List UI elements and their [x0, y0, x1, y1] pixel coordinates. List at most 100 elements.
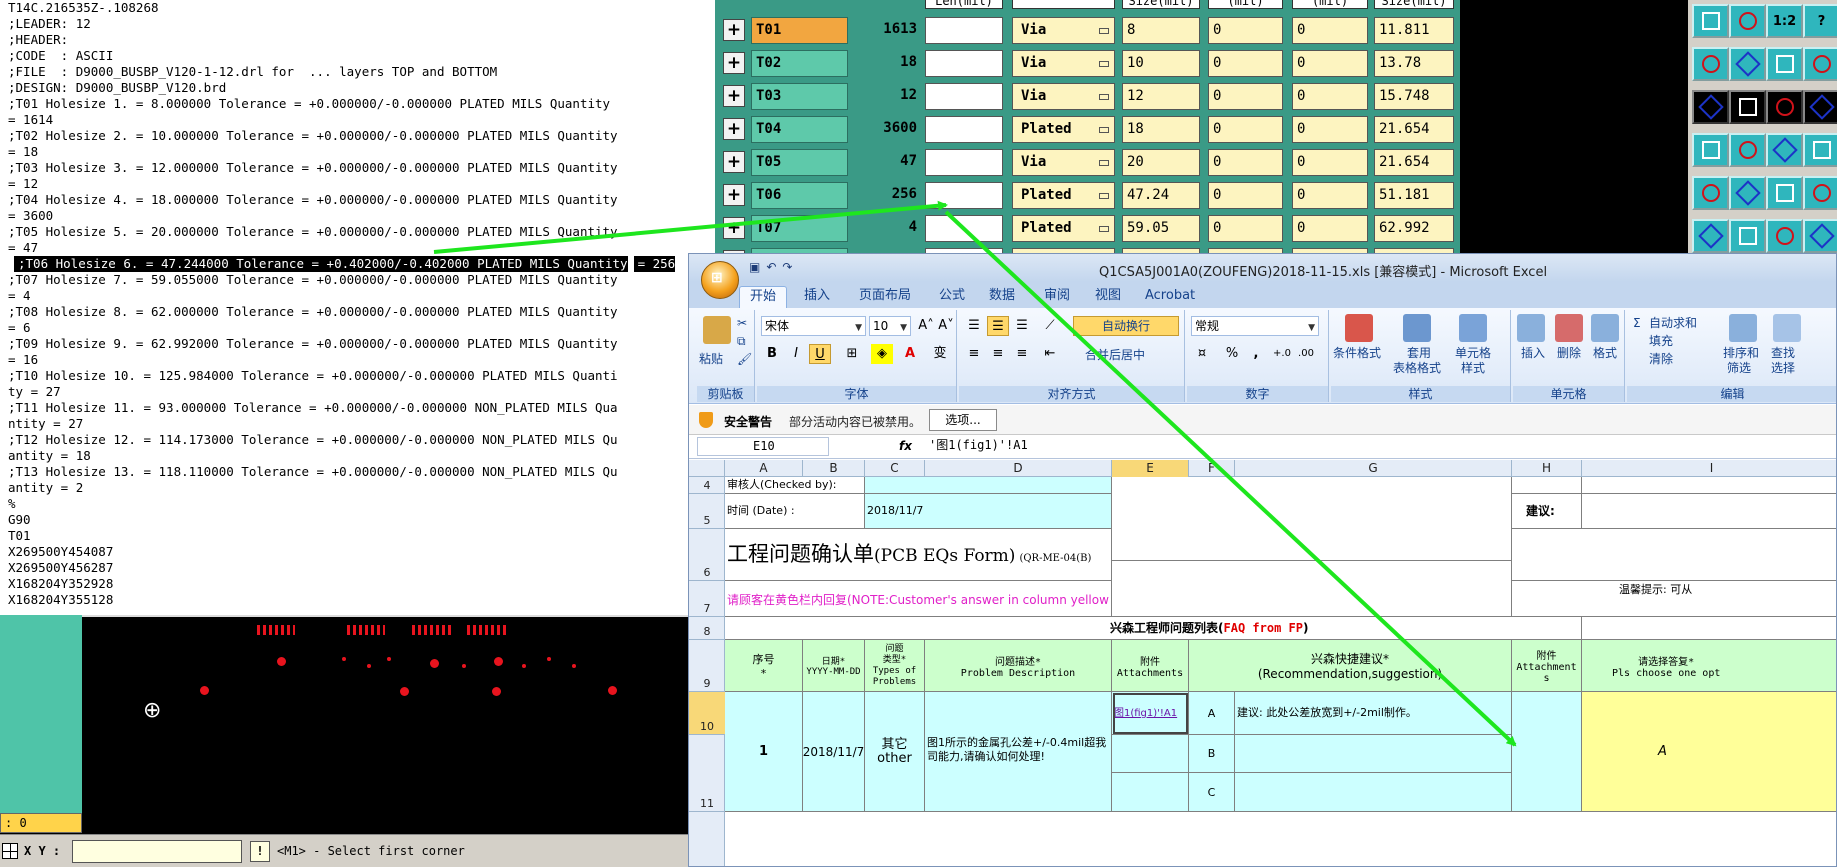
name-box[interactable]: E10 [697, 437, 829, 456]
row-header[interactable]: 4 [689, 477, 725, 494]
clear-button[interactable]: 清除 [1649, 352, 1673, 366]
cell-suggest-label[interactable]: 建议: [1512, 494, 1582, 529]
tool-tol-plus-input[interactable]: 0 [1208, 182, 1283, 209]
tool-row[interactable]: + T04 3600 Plated 18 0 0 21.654 [715, 113, 1460, 146]
column-header[interactable]: E [1112, 460, 1189, 477]
header-attachments[interactable]: 附件 Attachments [1112, 640, 1189, 692]
find-select-button-1[interactable]: 查找 [1771, 346, 1795, 360]
tool-name[interactable]: T03 [751, 83, 848, 110]
tool-name[interactable]: T07 [751, 215, 848, 242]
align-bottom-icon[interactable]: ☰ [1011, 316, 1033, 336]
column-header[interactable]: F [1189, 460, 1235, 477]
measure-icon[interactable] [1766, 219, 1803, 253]
pad-icon[interactable] [1692, 90, 1729, 124]
tool-type-select[interactable]: Plated [1012, 215, 1115, 242]
snap-icon[interactable] [1692, 219, 1729, 253]
row-header[interactable]: 7 [689, 581, 725, 617]
grid-icon[interactable] [1729, 47, 1766, 81]
cell-checked-by-value[interactable] [865, 477, 1112, 494]
cell-option-c[interactable]: C [1189, 773, 1235, 812]
tool-size-input[interactable]: 20 [1122, 149, 1200, 176]
tool-row[interactable]: + T07 4 Plated 59.05 0 0 62.992 [715, 212, 1460, 245]
autosum-button[interactable]: 自动求和 [1649, 316, 1697, 330]
tab-4[interactable]: 数据 [979, 286, 1025, 308]
indent-icon[interactable]: ⇤ [1039, 344, 1061, 364]
tool-tol-minus-input[interactable]: 0 [1292, 50, 1368, 77]
grow-font-button[interactable]: A˄ [915, 316, 937, 336]
select-all-corner[interactable] [689, 460, 725, 477]
bold-button[interactable]: B [761, 344, 783, 364]
expand-row-icon[interactable]: + [723, 184, 745, 206]
find-icon[interactable] [1773, 314, 1801, 342]
tool-type-select[interactable]: Via [1012, 17, 1115, 44]
expand-row-icon[interactable]: + [723, 19, 745, 41]
table-format-icon[interactable] [1403, 314, 1431, 342]
tool-finish-size-input[interactable]: 62.992 [1374, 215, 1454, 242]
expand-row-icon[interactable]: + [723, 85, 745, 107]
row-header[interactable]: 8 [689, 617, 725, 640]
delete-cells-icon[interactable] [1555, 314, 1583, 342]
cell-list-title[interactable]: 兴森工程师问题列表(FAQ from FP) [725, 617, 1582, 640]
cell-i4[interactable] [1582, 477, 1836, 494]
tool-tol-minus-input[interactable]: 0 [1292, 182, 1368, 209]
format-cells-button[interactable]: 格式 [1593, 346, 1617, 360]
tool-size-input[interactable]: 47.24 [1122, 182, 1200, 209]
cell-notice[interactable]: 请顾客在黄色栏内回复(NOTE:Customer's answer in col… [725, 561, 1112, 617]
pencil-icon[interactable] [1692, 176, 1729, 210]
merge-center-button[interactable]: 合并后居中 [1085, 348, 1145, 362]
wrap-text-button[interactable]: 自动换行 [1073, 316, 1179, 336]
column-header[interactable]: H [1512, 460, 1582, 477]
tool-tol-plus-input[interactable]: 0 [1208, 116, 1283, 143]
tab-7[interactable]: Acrobat [1135, 286, 1205, 308]
tool-type-select[interactable]: Plated [1012, 182, 1115, 209]
tool-size-input[interactable]: 8 [1122, 17, 1200, 44]
tool-finish-size-input[interactable]: 13.78 [1374, 50, 1454, 77]
tool-length-input[interactable] [925, 17, 1003, 44]
cell-checked-by[interactable]: 审核人(Checked by): [725, 477, 865, 494]
column-header[interactable]: A [725, 460, 803, 477]
tool-length-input[interactable] [925, 83, 1003, 110]
cond-format-icon[interactable] [1345, 314, 1373, 342]
format-cells-icon[interactable] [1591, 314, 1619, 342]
component-icon[interactable] [1803, 219, 1837, 253]
tool-size-input[interactable]: 18 [1122, 116, 1200, 143]
tool-row[interactable]: + T02 18 Via 10 0 0 13.78 [715, 47, 1460, 80]
increase-decimal-button[interactable]: +.0 [1271, 344, 1293, 364]
header-no[interactable]: 序号 * [725, 640, 803, 692]
ruler-icon[interactable] [1766, 90, 1803, 124]
tool-type-select[interactable]: Via [1012, 83, 1115, 110]
tool-tol-plus-input[interactable]: 0 [1208, 149, 1283, 176]
underline-button[interactable]: U [809, 344, 831, 364]
fill-button[interactable]: 填充 [1649, 334, 1673, 348]
office-button[interactable]: ⊞ [701, 261, 739, 299]
font-color-button[interactable]: A [899, 344, 921, 364]
cell-e11[interactable] [1112, 735, 1189, 773]
info-icon[interactable]: ! [250, 841, 270, 862]
cell-attachment-2[interactable] [1512, 692, 1582, 812]
quick-access-toolbar[interactable]: ▣↶↷ [749, 260, 798, 274]
tool-finish-size-input[interactable]: 21.654 [1374, 116, 1454, 143]
help-icon[interactable]: ? [1803, 4, 1837, 38]
cell-h6[interactable] [1512, 529, 1836, 581]
minus-icon[interactable] [1729, 219, 1766, 253]
tool-row[interactable]: + T06 256 Plated 47.24 0 0 51.181 [715, 179, 1460, 212]
cell-attachment-link[interactable]: 图1(fig1)'!A1 [1112, 692, 1189, 735]
tool-name[interactable]: T04 [751, 116, 848, 143]
paste-button[interactable]: 粘贴 [699, 352, 723, 366]
tool-tol-plus-input[interactable]: 0 [1208, 50, 1283, 77]
italic-button[interactable]: I [785, 344, 807, 364]
tool-tol-minus-input[interactable]: 0 [1292, 83, 1368, 110]
cell-row-date[interactable]: 2018/11/7 [803, 692, 865, 812]
border-icon[interactable]: ⊞ [841, 344, 863, 364]
drill-file-text[interactable]: T14C.216535Z-.108268 ;LEADER: 12 ;HEADER:;… [0, 0, 715, 615]
fill-color-icon[interactable]: ◈ [871, 344, 893, 364]
column-header[interactable]: G [1235, 460, 1512, 477]
cam-graphic-view[interactable]: ⊕ [82, 615, 715, 815]
tool-tol-minus-input[interactable]: 0 [1292, 215, 1368, 242]
paste-icon[interactable] [703, 316, 731, 344]
cell-style-icon[interactable] [1459, 314, 1487, 342]
wire-icon[interactable] [1766, 133, 1803, 167]
table-format-button-2[interactable]: 表格格式 [1393, 361, 1441, 375]
cell-e12[interactable] [1112, 773, 1189, 812]
tool-finish-size-input[interactable]: 15.748 [1374, 83, 1454, 110]
